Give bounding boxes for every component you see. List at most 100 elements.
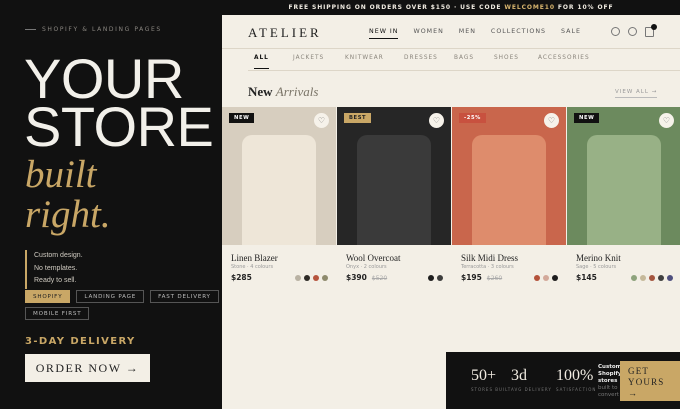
stat-label: SATISFACTION bbox=[556, 387, 597, 392]
product-price: $145 bbox=[576, 273, 602, 282]
product-name[interactable]: Merino Knit bbox=[576, 253, 621, 263]
feature-tags: SHOPIFY LANDING PAGE FAST DELIVERY MOBIL… bbox=[25, 290, 220, 320]
color-swatch[interactable] bbox=[552, 275, 558, 281]
product-price: $195 $260 bbox=[461, 273, 502, 282]
promo-text-end: FOR 10% OFF bbox=[554, 4, 614, 11]
product-name[interactable]: Linen Blazer bbox=[231, 253, 278, 263]
tab-dresses[interactable]: DRESSES bbox=[404, 55, 438, 61]
tab-jackets[interactable]: JACKETS bbox=[293, 55, 324, 61]
color-swatch[interactable] bbox=[428, 275, 434, 281]
hero-title-line2: STORE bbox=[24, 95, 214, 158]
color-swatch[interactable] bbox=[295, 275, 301, 281]
stat-stores: 50+ STORES BUILT bbox=[471, 367, 511, 392]
tab-shoes[interactable]: SHOES bbox=[494, 55, 519, 61]
product-badge: BEST bbox=[344, 113, 372, 123]
color-swatch[interactable] bbox=[534, 275, 540, 281]
section-title-italic: Arrivals bbox=[275, 84, 319, 99]
tab-all[interactable]: ALL bbox=[254, 55, 269, 69]
promo-text: FREE SHIPPING ON ORDERS OVER $150 · USE … bbox=[288, 4, 505, 11]
stat-value: 100% bbox=[556, 367, 594, 384]
product-card[interactable]: -25% ♡ Silk Midi Dress Terracotta · 3 co… bbox=[452, 107, 566, 293]
product-badge: -25% bbox=[459, 113, 486, 123]
price-current: $195 bbox=[461, 273, 482, 282]
color-swatch[interactable] bbox=[631, 275, 637, 281]
color-swatch[interactable] bbox=[304, 275, 310, 281]
hero-kicker: SHOPIFY & LANDING PAGES bbox=[25, 26, 162, 33]
section-title-bold: New bbox=[248, 84, 273, 99]
account-icon[interactable] bbox=[628, 27, 637, 36]
tag-mobile-first: MOBILE FIRST bbox=[25, 307, 90, 320]
price-current: $285 bbox=[231, 273, 252, 282]
product-badge: NEW bbox=[574, 113, 600, 123]
color-swatches bbox=[534, 275, 558, 281]
product-grid: NEW ♡ Linen Blazer Stone · 4 colours $28… bbox=[222, 107, 680, 293]
tag-landing-page: LANDING PAGE bbox=[76, 290, 145, 303]
get-yours-button[interactable]: GET YOURS → bbox=[620, 361, 680, 401]
product-meta: Sage · 5 colours bbox=[576, 264, 617, 270]
product-meta: Terracotta · 3 colours bbox=[461, 264, 514, 270]
product-price: $285 bbox=[231, 273, 257, 282]
color-swatches bbox=[295, 275, 328, 281]
color-swatch[interactable] bbox=[437, 275, 443, 281]
tab-accessories[interactable]: ACCESSORIES bbox=[538, 55, 590, 61]
product-badge: NEW bbox=[229, 113, 255, 123]
garment-image bbox=[587, 135, 661, 245]
stat-value: 50+ bbox=[471, 367, 497, 384]
heart-icon[interactable]: ♡ bbox=[314, 113, 329, 128]
view-all-link[interactable]: VIEW ALL → bbox=[615, 89, 658, 98]
hero-panel: SHOPIFY & LANDING PAGES YOUR STORE built… bbox=[0, 0, 222, 409]
color-swatch[interactable] bbox=[640, 275, 646, 281]
garment-image bbox=[472, 135, 546, 245]
color-swatch[interactable] bbox=[313, 275, 319, 281]
product-card[interactable]: NEW ♡ Merino Knit Sage · 5 colours $145 bbox=[567, 107, 680, 293]
product-name[interactable]: Silk Midi Dress bbox=[461, 253, 518, 263]
bullet: Ready to sell. bbox=[34, 277, 77, 284]
kicker-text: SHOPIFY & LANDING PAGES bbox=[42, 26, 162, 33]
tag-fast-delivery: FAST DELIVERY bbox=[150, 290, 219, 303]
product-name[interactable]: Wool Overcoat bbox=[346, 253, 401, 263]
bag-icon[interactable] bbox=[645, 24, 657, 37]
section-title: New Arrivals bbox=[248, 84, 318, 100]
tab-bags[interactable]: BAGS bbox=[454, 55, 474, 61]
garment-image bbox=[242, 135, 316, 245]
color-swatch[interactable] bbox=[658, 275, 664, 281]
product-card[interactable]: BEST ♡ Wool Overcoat Onyx · 2 colours $3… bbox=[337, 107, 451, 293]
category-tabs: ALL JACKETS KNITWEAR DRESSES BAGS SHOES … bbox=[248, 49, 680, 71]
tag-shopify: SHOPIFY bbox=[25, 290, 71, 303]
price-current: $145 bbox=[576, 273, 597, 282]
order-now-button[interactable]: ORDER NOW → bbox=[25, 354, 150, 382]
stat-satisfaction: 100% SATISFACTION bbox=[556, 367, 596, 392]
cart-count-badge bbox=[651, 24, 657, 30]
heart-icon[interactable]: ♡ bbox=[659, 113, 674, 128]
nav-collections[interactable]: COLLECTIONS bbox=[491, 28, 546, 39]
product-card[interactable]: NEW ♡ Linen Blazer Stone · 4 colours $28… bbox=[222, 107, 336, 293]
store-preview: FREE SHIPPING ON ORDERS OVER $150 · USE … bbox=[222, 0, 680, 409]
stat-value: 3d bbox=[511, 367, 527, 384]
stat-label: STORES BUILT bbox=[471, 387, 512, 392]
product-meta: Onyx · 2 colours bbox=[346, 264, 387, 270]
color-swatch[interactable] bbox=[649, 275, 655, 281]
product-photo[interactable] bbox=[567, 107, 680, 245]
brand-logo[interactable]: ATELIER bbox=[248, 25, 322, 41]
color-swatch[interactable] bbox=[667, 275, 673, 281]
color-swatches bbox=[631, 275, 673, 281]
heart-icon[interactable]: ♡ bbox=[429, 113, 444, 128]
tab-knitwear[interactable]: KNITWEAR bbox=[345, 55, 384, 61]
search-icon[interactable] bbox=[611, 27, 620, 36]
price-current: $390 bbox=[346, 273, 367, 282]
nav-sale[interactable]: SALE bbox=[561, 28, 581, 39]
heart-icon[interactable]: ♡ bbox=[544, 113, 559, 128]
bullet: No templates. bbox=[34, 264, 78, 272]
color-swatch[interactable] bbox=[322, 275, 328, 281]
price-old: $260 bbox=[486, 275, 503, 282]
nav-men[interactable]: MEN bbox=[459, 28, 476, 39]
nav-new-in[interactable]: NEW IN bbox=[369, 28, 399, 39]
color-swatches bbox=[428, 275, 443, 281]
product-meta: Stone · 4 colours bbox=[231, 264, 274, 270]
hero-accent-line2: right. bbox=[25, 193, 111, 236]
product-price: $390 $520 bbox=[346, 273, 387, 282]
price-old: $520 bbox=[371, 275, 388, 282]
cta-panel: 50+ STORES BUILT 3d AVG DELIVERY 100% SATIS… bbox=[446, 352, 680, 409]
nav-women[interactable]: WOMEN bbox=[413, 28, 443, 39]
color-swatch[interactable] bbox=[543, 275, 549, 281]
